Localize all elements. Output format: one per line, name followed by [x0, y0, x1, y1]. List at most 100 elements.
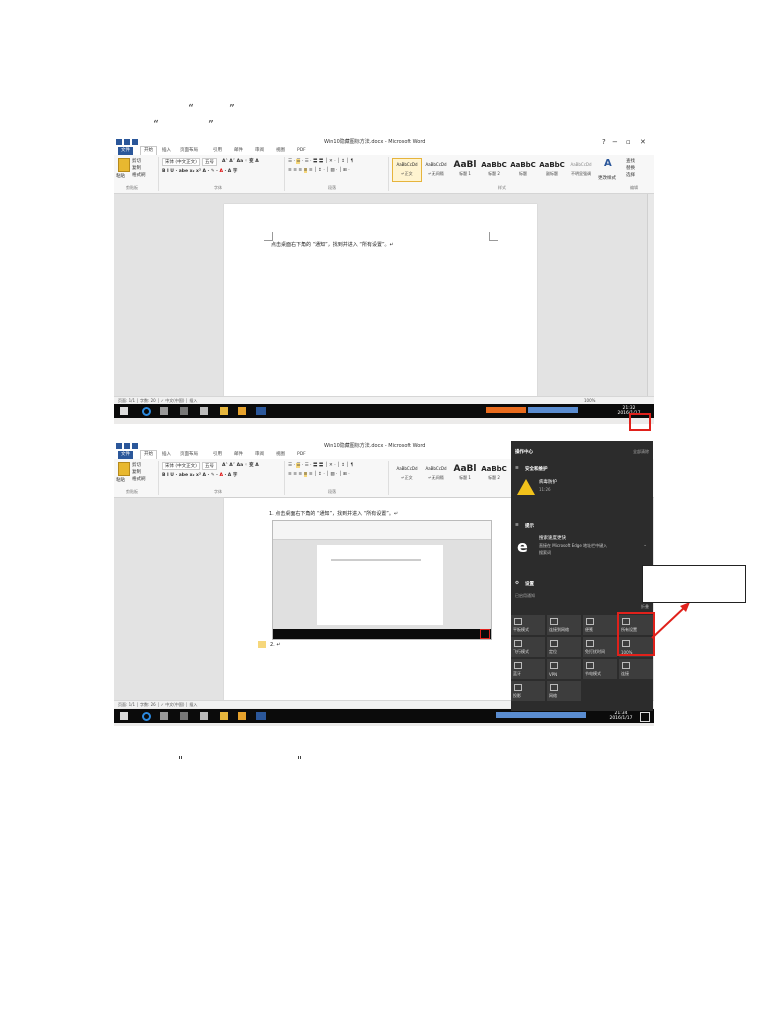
style-no-spacing[interactable]: AaBbCcDd ↵无间隔	[421, 462, 451, 486]
tile-bluetooth[interactable]: 蓝牙	[511, 659, 545, 679]
style-subtle-emphasis[interactable]: AaBbCcDd 不明显强调	[566, 158, 596, 182]
tab-review[interactable]: 审阅	[255, 451, 264, 459]
paste-options-icon[interactable]	[258, 641, 266, 648]
format-painter-button[interactable]: 格式刷	[132, 476, 146, 482]
font-name-select[interactable]: 宋体 (中文正文)	[162, 158, 200, 166]
font-size-select[interactable]: 五号	[202, 158, 217, 166]
close-icon[interactable]: ✕	[640, 137, 646, 147]
tab-mailings[interactable]: 邮件	[234, 451, 243, 459]
format-painter-button[interactable]: 格式刷	[132, 172, 146, 178]
find-button[interactable]: 查找	[626, 158, 635, 164]
store-icon[interactable]	[160, 712, 168, 720]
style-no-spacing[interactable]: AaBbCcDd ↵无间隔	[421, 158, 451, 182]
tab-insert[interactable]: 插入	[162, 451, 171, 459]
paste-icon[interactable]	[118, 462, 130, 476]
folder-icon[interactable]	[220, 712, 228, 720]
minimize-icon[interactable]: −	[612, 137, 618, 147]
tile-connect[interactable]: 连接	[619, 659, 653, 679]
style-heading-2[interactable]: AaBbC 标题 2	[479, 158, 509, 182]
paste-icon[interactable]	[118, 158, 130, 172]
paste-label[interactable]: 粘贴	[116, 477, 125, 483]
app-icon[interactable]	[180, 712, 188, 720]
change-styles-icon[interactable]: A	[604, 158, 612, 169]
tab-view[interactable]: 视图	[276, 147, 285, 155]
tab-references[interactable]: 引用	[213, 451, 222, 459]
document-area[interactable]: 点击桌面右下角的 “通知”，找到并进入 “所有设置”。↵	[114, 194, 654, 396]
tab-pdf[interactable]: PDF	[297, 451, 306, 459]
tile-network[interactable]: 网络	[547, 681, 581, 701]
word-taskbar-icon[interactable]	[256, 407, 266, 415]
start-icon[interactable]	[120, 712, 128, 720]
cut-button[interactable]: 剪切	[132, 462, 141, 468]
clock[interactable]: 21:34 2016/1/17	[606, 711, 636, 721]
font-name-select[interactable]: 宋体 (中文正文)	[162, 462, 200, 470]
security-item[interactable]: 病毒防护	[539, 479, 557, 485]
photos-icon[interactable]	[238, 407, 246, 415]
calculator-icon[interactable]	[200, 407, 208, 415]
quick-access-toolbar[interactable]	[116, 443, 140, 449]
notification-icon[interactable]	[640, 712, 650, 722]
copy-button[interactable]: 复制	[132, 165, 141, 171]
list-buttons[interactable]: ☰ · ☰ · ☰ · 〓 〓 │ ✕ · │ ↕ │ ¶	[288, 462, 353, 468]
tile-project[interactable]: 投影	[511, 681, 545, 701]
style-heading-1[interactable]: AaBl 标题 1	[450, 462, 480, 486]
folder-icon[interactable]	[220, 407, 228, 415]
paste-label[interactable]: 粘贴	[116, 173, 125, 179]
font-format-buttons[interactable]: B I U · abe x₂ x² A · ✎ · A · A 字	[162, 168, 237, 174]
edge-icon[interactable]	[142, 407, 151, 416]
clear-all-link[interactable]: 全部清除	[633, 449, 649, 455]
tab-mailings[interactable]: 邮件	[234, 147, 243, 155]
style-normal[interactable]: AaBbCcDd ↵正文	[392, 158, 422, 182]
style-heading-1[interactable]: AaBl 标题 1	[450, 158, 480, 182]
tray-icons[interactable]	[496, 712, 586, 718]
document-text[interactable]: 点击桌面右下角的 “通知”，找到并进入 “所有设置”。↵	[271, 241, 394, 248]
zoom-level[interactable]: 100%	[584, 397, 595, 404]
style-normal[interactable]: AaBbCcDd ↵正文	[392, 462, 422, 486]
tab-insert[interactable]: 插入	[162, 147, 171, 155]
tile-battery-saver[interactable]: 节电模式	[583, 659, 617, 679]
tab-file[interactable]: 文件	[118, 147, 133, 155]
document-text-2[interactable]: 2. ↵	[270, 642, 281, 648]
align-buttons[interactable]: ≡ ≡ ≡ ≡ ≡ │ ↕ · │ ▨ · │ ⊞ ·	[288, 168, 350, 173]
font-format-buttons[interactable]: B I U · abe x₂ x² A · ✎ · A · A 字	[162, 472, 237, 478]
grow-font-button[interactable]: A˄ A˅ Aa ◦ 变 A	[222, 462, 259, 468]
copy-button[interactable]: 复制	[132, 469, 141, 475]
tile-airplane-mode[interactable]: 飞行模式	[511, 637, 545, 657]
security-header[interactable]: 安全和维护	[525, 466, 548, 472]
style-subtitle[interactable]: AaBbC 副标题	[537, 158, 567, 182]
cut-button[interactable]: 剪切	[132, 158, 141, 164]
style-heading-2[interactable]: AaBbC 标题 2	[479, 462, 509, 486]
quick-access-toolbar[interactable]	[116, 139, 140, 145]
select-button[interactable]: 选择	[626, 172, 635, 178]
tile-note[interactable]: 便笺	[583, 615, 617, 635]
restore-icon[interactable]: ▫	[626, 137, 631, 147]
vertical-scrollbar[interactable]	[647, 194, 654, 396]
tile-vpn[interactable]: VPN	[547, 659, 581, 679]
list-buttons[interactable]: ☰ · ☰ · ☰ · 〓 〓 │ ✕ · │ ↕ │ ¶	[288, 158, 353, 164]
tab-review[interactable]: 审阅	[255, 147, 264, 155]
tile-quiet-hours[interactable]: 免打扰时间	[583, 637, 617, 657]
tile-tablet-mode[interactable]: 平板模式	[511, 615, 545, 635]
collapse-link[interactable]: 折叠	[641, 604, 649, 610]
tab-page-layout[interactable]: 页面布局	[180, 451, 198, 459]
store-icon[interactable]	[160, 407, 168, 415]
document-page[interactable]: 1. 点击桌面右下角的 “通知”，找到并进入 “所有设置”。↵ 2. ↵	[224, 498, 514, 700]
tray-icons[interactable]	[486, 407, 526, 413]
word-taskbar-icon[interactable]	[256, 712, 266, 720]
tip-title[interactable]: 搜索速度更快	[539, 535, 566, 541]
calculator-icon[interactable]	[200, 712, 208, 720]
settings-header[interactable]: 设置	[525, 581, 534, 587]
help-icon[interactable]: ?	[602, 137, 606, 147]
style-title[interactable]: AaBbC 标题	[508, 158, 538, 182]
tab-view[interactable]: 视图	[276, 451, 285, 459]
tab-home[interactable]: 开始	[140, 450, 157, 459]
tray-icons-2[interactable]	[528, 407, 578, 413]
document-text[interactable]: 1. 点击桌面右下角的 “通知”，找到并进入 “所有设置”。↵	[269, 510, 398, 517]
tab-references[interactable]: 引用	[213, 147, 222, 155]
tip-header[interactable]: 提示	[525, 523, 534, 529]
tile-connect-network[interactable]: 连接到网络	[547, 615, 581, 635]
start-icon[interactable]	[120, 407, 128, 415]
chevron-down-icon[interactable]: ⌄	[643, 543, 647, 548]
photos-icon[interactable]	[238, 712, 246, 720]
tab-file[interactable]: 文件	[118, 451, 133, 459]
